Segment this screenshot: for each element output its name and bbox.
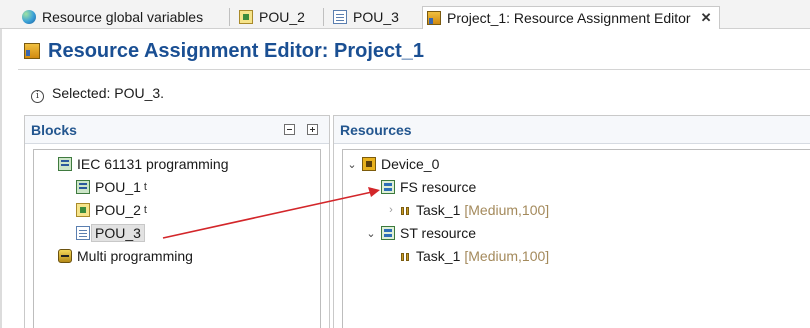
tab-pou-3[interactable]: POU_3 bbox=[333, 5, 399, 29]
task-icon bbox=[401, 206, 411, 215]
library-icon bbox=[58, 157, 72, 171]
expand-toggle-icon[interactable]: ⌄ bbox=[365, 181, 377, 194]
blocks-panel-header: Blocks bbox=[25, 116, 329, 144]
tree-node-fs-task-1[interactable]: › Task_1 [Medium,100] bbox=[385, 200, 549, 220]
close-icon[interactable]: ✕ bbox=[701, 10, 712, 26]
tab-label: Project_1: Resource Assignment Editor bbox=[447, 10, 691, 26]
resources-panel-title: Resources bbox=[340, 122, 412, 138]
tree-node-label: ST resource bbox=[400, 225, 476, 241]
editor-tab-bar: Resource global variables POU_2 POU_3 Pr… bbox=[0, 0, 810, 29]
resource-editor-icon bbox=[427, 11, 441, 25]
tree-node-pou-3[interactable]: POU_3 bbox=[76, 223, 145, 243]
st-pou-icon bbox=[76, 180, 90, 194]
editor-left-border bbox=[0, 29, 2, 328]
collapse-all-icon[interactable] bbox=[284, 124, 295, 135]
status-message: i Selected: POU_3. bbox=[31, 84, 165, 103]
pou-suffix: t bbox=[143, 204, 147, 216]
task-icon bbox=[401, 252, 411, 261]
tree-node-label: Task_1 bbox=[416, 248, 461, 264]
tree-node-st-resource[interactable]: ⌄ ST resource bbox=[365, 223, 476, 243]
tab-pou-2[interactable]: POU_2 bbox=[239, 5, 305, 29]
tree-node-label: IEC 61131 programming bbox=[77, 156, 229, 172]
blocks-panel: Blocks IEC 61131 programming POU_1 t POU… bbox=[24, 115, 330, 328]
multi-programming-icon bbox=[58, 249, 72, 263]
tab-label: Resource global variables bbox=[42, 9, 204, 25]
tree-node-fs-resource[interactable]: ⌄ FS resource bbox=[365, 177, 476, 197]
expand-toggle-icon[interactable]: ⌄ bbox=[346, 158, 358, 171]
fs-resource-icon bbox=[381, 180, 395, 194]
tree-node-label: Device_0 bbox=[381, 156, 440, 172]
tree-node-label: POU_1 bbox=[95, 179, 141, 195]
st-pou-icon bbox=[333, 10, 347, 24]
tab-resource-global-variables[interactable]: Resource global variables bbox=[22, 5, 203, 29]
tree-node-multi-programming[interactable]: Multi programming bbox=[58, 246, 193, 266]
status-text: Selected: POU_3. bbox=[52, 85, 165, 101]
page-title: Resource Assignment Editor: Project_1 bbox=[48, 39, 425, 62]
pou-suffix: t bbox=[143, 181, 147, 193]
tab-label: POU_3 bbox=[353, 9, 399, 25]
device-icon bbox=[362, 157, 376, 171]
tab-separator bbox=[323, 8, 324, 26]
st-resource-icon bbox=[381, 226, 395, 240]
tree-node-label: Task_1 bbox=[416, 202, 461, 218]
expand-toggle-icon[interactable]: ⌄ bbox=[365, 227, 377, 240]
tab-resource-assignment-editor[interactable]: Project_1: Resource Assignment Editor ✕ bbox=[422, 6, 721, 29]
expand-all-icon[interactable] bbox=[307, 124, 318, 135]
tree-node-label: POU_2 bbox=[95, 202, 141, 218]
info-icon: i bbox=[31, 89, 44, 103]
tree-node-st-task-1[interactable]: Task_1 [Medium,100] bbox=[401, 246, 549, 266]
fbd-pou-icon bbox=[76, 203, 90, 217]
task-priority-interval: [Medium,100] bbox=[464, 202, 550, 218]
globe-icon bbox=[22, 10, 36, 24]
tree-node-device-0[interactable]: ⌄ Device_0 bbox=[346, 154, 439, 174]
task-priority-interval: [Medium,100] bbox=[464, 248, 550, 264]
st-pou-icon bbox=[76, 226, 90, 240]
tab-separator bbox=[229, 8, 230, 26]
divider bbox=[18, 69, 810, 70]
tab-label: POU_2 bbox=[259, 9, 305, 25]
fbd-pou-icon bbox=[239, 10, 253, 24]
resources-panel: Resources ⌄ Device_0 ⌄ FS resource › Tas… bbox=[333, 115, 810, 328]
tree-node-iec-61131-programming[interactable]: IEC 61131 programming bbox=[58, 154, 228, 174]
tree-node-pou-1[interactable]: POU_1 t bbox=[76, 177, 147, 197]
tree-node-label-selected: POU_3 bbox=[91, 224, 145, 242]
blocks-panel-title: Blocks bbox=[31, 122, 77, 138]
collapse-toggle-icon[interactable]: › bbox=[385, 204, 397, 216]
tree-node-pou-2[interactable]: POU_2 t bbox=[76, 200, 147, 220]
tree-node-label: FS resource bbox=[400, 179, 477, 195]
resources-panel-header: Resources bbox=[334, 116, 810, 144]
resource-editor-icon bbox=[24, 43, 40, 59]
tree-node-label: Multi programming bbox=[77, 248, 193, 264]
editor-header: Resource Assignment Editor: Project_1 bbox=[24, 38, 424, 64]
